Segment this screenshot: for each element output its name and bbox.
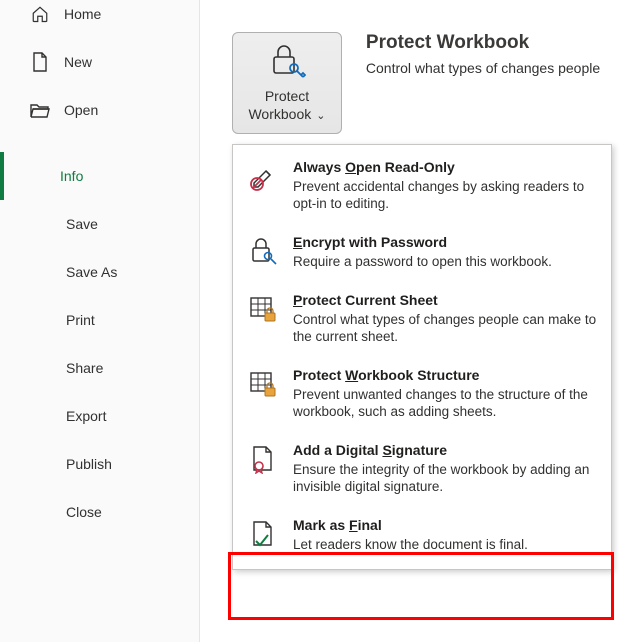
nav-label: Save: [66, 216, 98, 232]
nav-label: Publish: [66, 456, 112, 472]
nav-label: Save As: [66, 264, 117, 280]
menu-always-open-read-only[interactable]: Always Open Read-Only Prevent accidental…: [233, 149, 611, 224]
menu-encrypt-with-password[interactable]: Encrypt with Password Require a password…: [233, 224, 611, 282]
nav-label: Info: [60, 168, 83, 184]
menu-item-desc: Let readers know the document is final.: [293, 536, 597, 553]
protect-workbook-menu: Always Open Read-Only Prevent accidental…: [232, 144, 612, 570]
nav-new[interactable]: New: [6, 38, 199, 86]
nav-label: Share: [66, 360, 103, 376]
protect-heading: Protect Workbook Control what types of c…: [366, 32, 600, 76]
sheet-lock-icon: [247, 292, 279, 345]
protect-workbook-button[interactable]: Protect Workbook ⌄: [232, 32, 342, 134]
nav-label: Close: [66, 504, 102, 520]
chevron-down-icon: ⌄: [313, 110, 325, 122]
home-icon: [30, 5, 50, 23]
lock-key-icon: [268, 42, 306, 81]
menu-item-title: Protect Current Sheet: [293, 292, 597, 308]
nav-share[interactable]: Share: [6, 344, 199, 392]
nav-label: New: [64, 54, 92, 70]
nav-publish[interactable]: Publish: [6, 440, 199, 488]
nav-label: Open: [64, 102, 98, 118]
nav-export[interactable]: Export: [6, 392, 199, 440]
document-check-icon: [247, 517, 279, 553]
backstage-sidebar: Home New Open Info Save Save As Print Sh…: [0, 0, 200, 642]
menu-item-desc: Require a password to open this workbook…: [293, 253, 597, 270]
menu-item-desc: Prevent unwanted changes to the structur…: [293, 386, 597, 420]
nav-info[interactable]: Info: [0, 152, 199, 200]
protect-title: Protect Workbook: [366, 32, 600, 54]
protect-button-label: Protect Workbook ⌄: [248, 87, 325, 125]
nav-home[interactable]: Home: [6, 0, 199, 38]
menu-add-digital-signature[interactable]: Add a Digital Signature Ensure the integ…: [233, 432, 611, 507]
nav-save[interactable]: Save: [6, 200, 199, 248]
protect-subtitle: Control what types of changes people: [366, 60, 600, 76]
document-ribbon-icon: [247, 442, 279, 495]
nav-print[interactable]: Print: [6, 296, 199, 344]
menu-item-title: Mark as Final: [293, 517, 597, 533]
nav-close[interactable]: Close: [6, 488, 199, 536]
menu-item-title: Add a Digital Signature: [293, 442, 597, 458]
menu-protect-current-sheet[interactable]: Protect Current Sheet Control what types…: [233, 282, 611, 357]
pencil-no-icon: [247, 159, 279, 212]
workbook-lock-icon: [247, 367, 279, 420]
menu-item-desc: Prevent accidental changes by asking rea…: [293, 178, 597, 212]
menu-item-desc: Control what types of changes people can…: [293, 311, 597, 345]
menu-mark-as-final[interactable]: Mark as Final Let readers know the docum…: [233, 507, 611, 565]
nav-label: Export: [66, 408, 106, 424]
menu-item-title: Encrypt with Password: [293, 234, 597, 250]
lock-key-icon: [247, 234, 279, 270]
menu-protect-workbook-structure[interactable]: Protect Workbook Structure Prevent unwan…: [233, 357, 611, 432]
nav-label: Print: [66, 312, 95, 328]
info-content: Protect Workbook ⌄ Protect Workbook Cont…: [232, 32, 620, 134]
nav-save-as[interactable]: Save As: [6, 248, 199, 296]
open-folder-icon: [30, 102, 50, 118]
menu-item-desc: Ensure the integrity of the workbook by …: [293, 461, 597, 495]
menu-item-title: Protect Workbook Structure: [293, 367, 597, 383]
new-file-icon: [30, 52, 50, 72]
nav-open[interactable]: Open: [6, 86, 199, 134]
menu-item-title: Always Open Read-Only: [293, 159, 597, 175]
nav-label: Home: [64, 6, 101, 22]
